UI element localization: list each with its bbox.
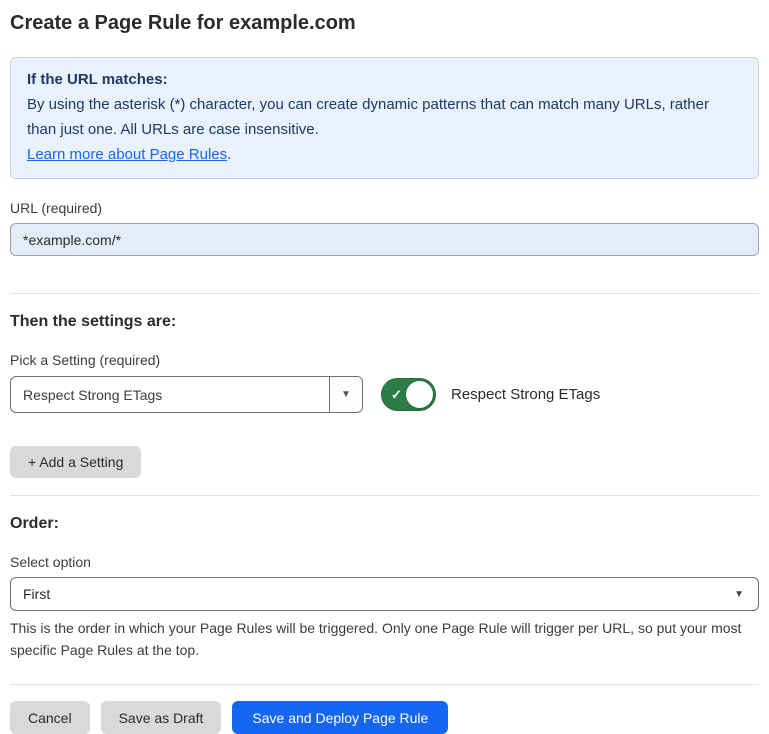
page-title: Create a Page Rule for example.com [10, 11, 759, 35]
check-icon: ✓ [391, 388, 402, 401]
page-rule-form: Create a Page Rule for example.com If th… [0, 11, 769, 734]
add-setting-button[interactable]: + Add a Setting [10, 446, 141, 478]
setting-select[interactable]: Respect Strong ETags ▼ [10, 376, 363, 413]
order-select-value: First [23, 586, 734, 602]
learn-more-link[interactable]: Learn more about Page Rules [27, 146, 227, 163]
setting-select-value: Respect Strong ETags [11, 377, 329, 412]
info-banner-link-line: Learn more about Page Rules. [27, 142, 742, 167]
info-banner-body: By using the asterisk (*) character, you… [27, 92, 742, 142]
settings-section-heading: Then the settings are: [10, 313, 759, 331]
order-select-label: Select option [10, 554, 759, 570]
order-select[interactable]: First ▼ [10, 577, 759, 611]
setting-toggle-group: ✓ Respect Strong ETags [381, 378, 600, 411]
chevron-down-icon: ▼ [734, 589, 744, 600]
url-input[interactable] [10, 223, 759, 256]
section-divider [10, 293, 759, 294]
footer-divider [10, 684, 759, 685]
order-help-text: This is the order in which your Page Rul… [10, 617, 759, 661]
url-field-label: URL (required) [10, 200, 759, 216]
setting-toggle[interactable]: ✓ [381, 378, 436, 411]
section-divider [10, 495, 759, 496]
link-suffix: . [227, 146, 231, 163]
info-banner-heading: If the URL matches: [27, 67, 742, 92]
chevron-down-icon[interactable]: ▼ [329, 377, 362, 412]
url-match-info-banner: If the URL matches: By using the asteris… [10, 57, 759, 179]
order-section-heading: Order: [10, 515, 759, 533]
pick-setting-label: Pick a Setting (required) [10, 352, 759, 368]
setting-row: Respect Strong ETags ▼ ✓ Respect Strong … [10, 376, 759, 413]
toggle-knob [406, 381, 433, 408]
setting-toggle-label: Respect Strong ETags [451, 386, 600, 403]
